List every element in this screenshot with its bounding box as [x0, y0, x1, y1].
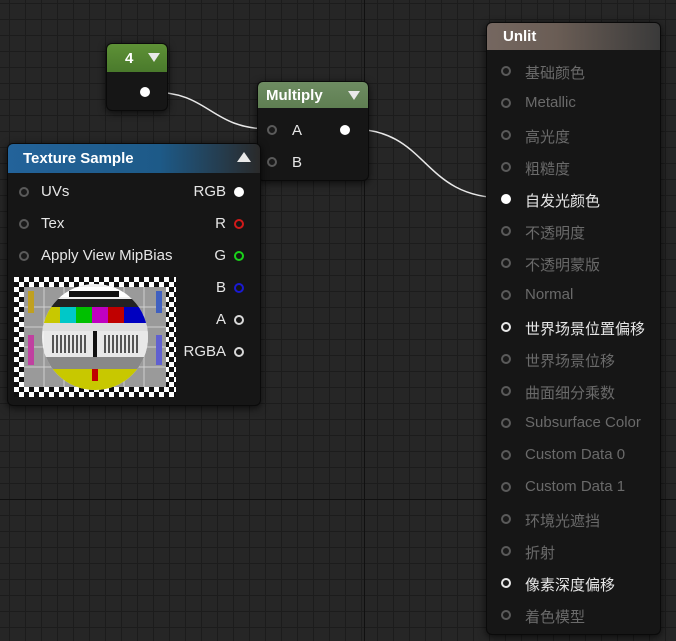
constant-value: 4 [125, 49, 134, 67]
unlit-material-node[interactable]: Unlit 基础颜色 Metallic 高光度粗糙度自发光颜色不透明度不透明蒙版 No… [486, 22, 661, 635]
texture-output-rgba-pin[interactable] [234, 347, 244, 357]
texture-output-r-label: R [215, 215, 226, 232]
unlit-input-pin[interactable] [501, 610, 511, 620]
texture-input-mipbias-label: Apply View MipBias [41, 247, 173, 264]
multiply-node[interactable]: Multiply A B [257, 81, 369, 181]
unlit-input-pin[interactable] [501, 98, 511, 108]
unlit-input-pin[interactable] [501, 162, 511, 172]
unlit-input-pin[interactable] [501, 130, 511, 140]
multiply-input-a-label: A [292, 122, 303, 139]
constant-node[interactable]: 4 [106, 43, 168, 111]
texture-sample-header[interactable]: Texture Sample [8, 144, 260, 173]
unlit-input-label: 曲面细分乘数 [525, 385, 616, 402]
multiply-output-pin[interactable] [340, 125, 350, 135]
texture-preview-thumbnail [14, 277, 176, 397]
texture-input-tex-pin[interactable] [19, 219, 29, 229]
unlit-input-label: Subsurface Color [525, 414, 641, 431]
unlit-input-pin[interactable] [501, 482, 511, 492]
texture-output-a-pin[interactable] [234, 315, 244, 325]
unlit-input-label: Custom Data 0 [525, 446, 626, 463]
unlit-input-pin[interactable] [501, 290, 511, 300]
texture-output-a-label: A [215, 311, 226, 328]
texture-input-tex-label: Tex [41, 215, 65, 232]
texture-output-r-pin[interactable] [234, 219, 244, 229]
unlit-input-label: 粗糙度 [525, 161, 571, 178]
unlit-input-pin[interactable] [501, 258, 511, 268]
chevron-up-icon[interactable] [237, 152, 251, 162]
unlit-input-pin[interactable] [501, 546, 511, 556]
texture-output-g-label: G [214, 247, 226, 264]
multiply-title: Multiply [266, 86, 323, 104]
wire-constant-to-multiply-a [151, 91, 271, 130]
unlit-input-label: 高光度 [525, 129, 571, 146]
texture-sample-node[interactable]: Texture Sample UVs Tex Apply View MipBia… [7, 143, 261, 406]
texture-output-b-pin[interactable] [234, 283, 244, 293]
unlit-input-pin[interactable] [501, 418, 511, 428]
unlit-input-pin[interactable] [501, 354, 511, 364]
unlit-input-pin[interactable] [501, 514, 511, 524]
chevron-down-icon[interactable] [148, 53, 160, 62]
multiply-input-b-label: B [292, 154, 303, 171]
multiply-node-header[interactable]: Multiply [258, 82, 368, 108]
unlit-input-label: 不透明蒙版 [525, 257, 601, 274]
constant-output-pin[interactable] [140, 87, 150, 97]
multiply-input-b-pin[interactable] [267, 157, 277, 167]
unlit-input-pin[interactable] [501, 226, 511, 236]
unlit-input-pin[interactable] [501, 578, 511, 588]
unlit-input-label: 折射 [525, 545, 556, 562]
texture-sample-title: Texture Sample [23, 150, 134, 167]
unlit-input-label: 自发光颜色 [525, 193, 601, 210]
unlit-input-pin[interactable] [501, 386, 511, 396]
unlit-input-label: 像素深度偏移 [525, 577, 616, 594]
wire-multiply-to-emissive [350, 128, 506, 199]
unlit-input-pin[interactable] [501, 66, 511, 76]
unlit-input-label: 世界场景位移 [525, 353, 616, 370]
unlit-input-label: 着色模型 [525, 609, 586, 626]
multiply-input-a-pin[interactable] [267, 125, 277, 135]
texture-output-rgb-pin[interactable] [234, 187, 244, 197]
unlit-node-header[interactable]: Unlit [487, 23, 660, 50]
unlit-input-label: 基础颜色 [525, 65, 586, 82]
unlit-input-label: Normal [525, 286, 574, 303]
texture-input-uvs-label: UVs [41, 183, 70, 200]
texture-output-rgba-label: RGBA [183, 343, 226, 360]
unlit-input-pin[interactable] [501, 322, 511, 332]
texture-input-uvs-pin[interactable] [19, 187, 29, 197]
texture-output-b-label: B [215, 279, 226, 296]
unlit-input-label: Custom Data 1 [525, 478, 626, 495]
unlit-input-pin[interactable] [501, 450, 511, 460]
unlit-input-label: 世界场景位置偏移 [525, 321, 646, 338]
unlit-input-pin[interactable] [501, 194, 511, 204]
unlit-input-label: 环境光遮挡 [525, 513, 601, 530]
constant-node-header[interactable]: 4 [107, 44, 167, 72]
unlit-input-label: 不透明度 [525, 225, 586, 242]
unlit-input-label: Metallic [525, 94, 576, 111]
texture-input-mipbias-pin[interactable] [19, 251, 29, 261]
texture-output-g-pin[interactable] [234, 251, 244, 261]
chevron-down-icon[interactable] [348, 91, 360, 100]
texture-output-rgb-label: RGB [193, 183, 226, 200]
unlit-title: Unlit [503, 28, 537, 45]
